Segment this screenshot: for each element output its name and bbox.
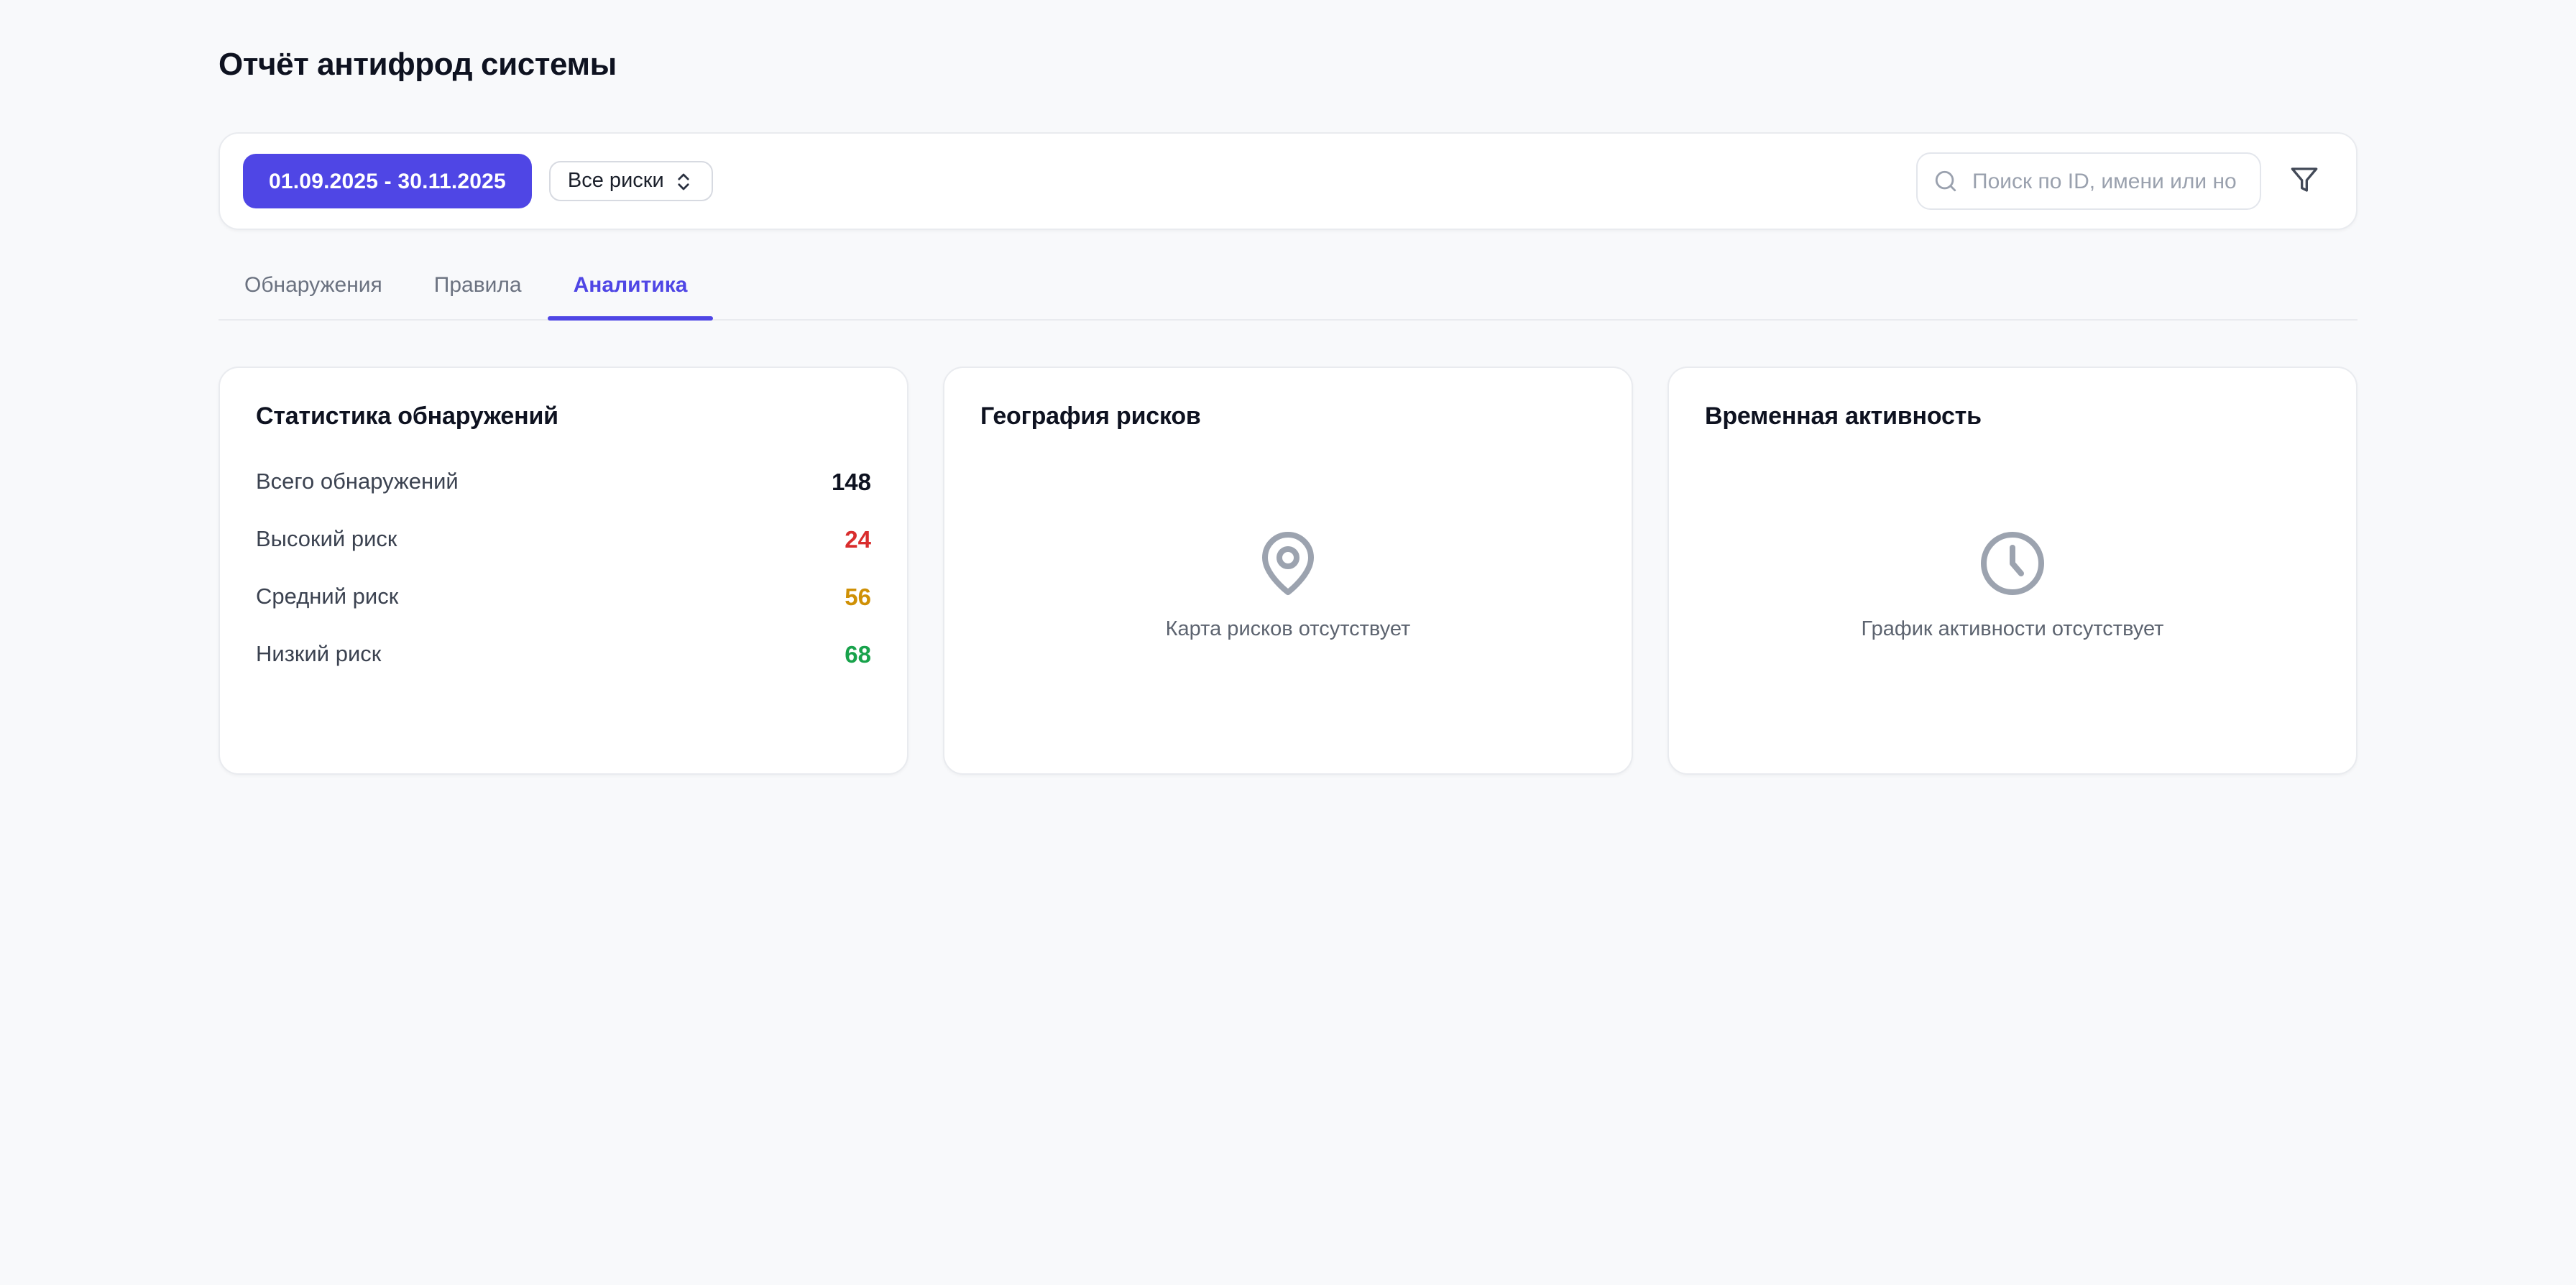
stat-row-high-risk: Высокий риск 24 [256,512,871,569]
card-title: Статистика обнаружений [256,402,871,431]
tab-rules[interactable]: Правила [408,267,548,319]
detection-stats-card: Статистика обнаружений Всего обнаружений… [218,367,908,775]
filter-button[interactable] [2287,162,2322,201]
stat-value: 56 [845,584,871,612]
search-input[interactable] [1916,152,2261,210]
stat-label: Всего обнаружений [256,470,459,496]
stat-value: 148 [832,469,871,497]
report-page: Отчёт антифрод системы 01.09.2025 - 30.1… [218,0,2358,775]
toolbar-right-group [1916,152,2322,210]
clock-icon [1978,529,2047,598]
stat-value: 24 [845,527,871,554]
stat-row-low-risk: Низкий риск 68 [256,627,871,684]
map-pin-icon [1254,529,1322,598]
empty-state-text: График активности отсутствует [1862,618,2164,641]
analytics-cards: Статистика обнаружений Всего обнаружений… [218,367,2358,775]
filters-toolbar: 01.09.2025 - 30.11.2025 Все риски [218,132,2358,230]
stat-row-medium-risk: Средний риск 56 [256,569,871,627]
date-range-button[interactable]: 01.09.2025 - 30.11.2025 [243,154,532,208]
tab-detections[interactable]: Обнаружения [218,267,408,319]
empty-state-text: Карта рисков отсутствует [1166,618,1411,641]
risk-filter-select[interactable]: Все риски [549,161,713,201]
report-tabs: Обнаружения Правила Аналитика [218,267,2358,321]
funnel-icon [2290,165,2319,198]
risk-geography-card: География рисков Карта рисков отсутствуе… [943,367,1633,775]
stat-label: Средний риск [256,585,398,611]
tab-analytics[interactable]: Аналитика [548,267,714,319]
stat-label: Низкий риск [256,642,381,668]
time-activity-card: Временная активность График активности о… [1668,367,2358,775]
geography-empty-state: Карта рисков отсутствует [980,431,1596,739]
stat-label: Высокий риск [256,528,397,553]
app-root: Отчёт антифрод системы 01.09.2025 - 30.1… [0,0,2576,1285]
card-title: География рисков [980,402,1596,431]
stat-rows: Всего обнаружений 148 Высокий риск 24 Ср… [256,454,871,684]
chevrons-up-down-icon [673,170,694,192]
activity-empty-state: График активности отсутствует [1705,431,2320,739]
search-box [1916,152,2261,210]
page-title: Отчёт антифрод системы [218,43,2358,86]
card-title: Временная активность [1705,402,2320,431]
stat-row-total: Всего обнаружений 148 [256,454,871,512]
risk-filter-label: Все риски [568,170,664,193]
stat-value: 68 [845,642,871,669]
